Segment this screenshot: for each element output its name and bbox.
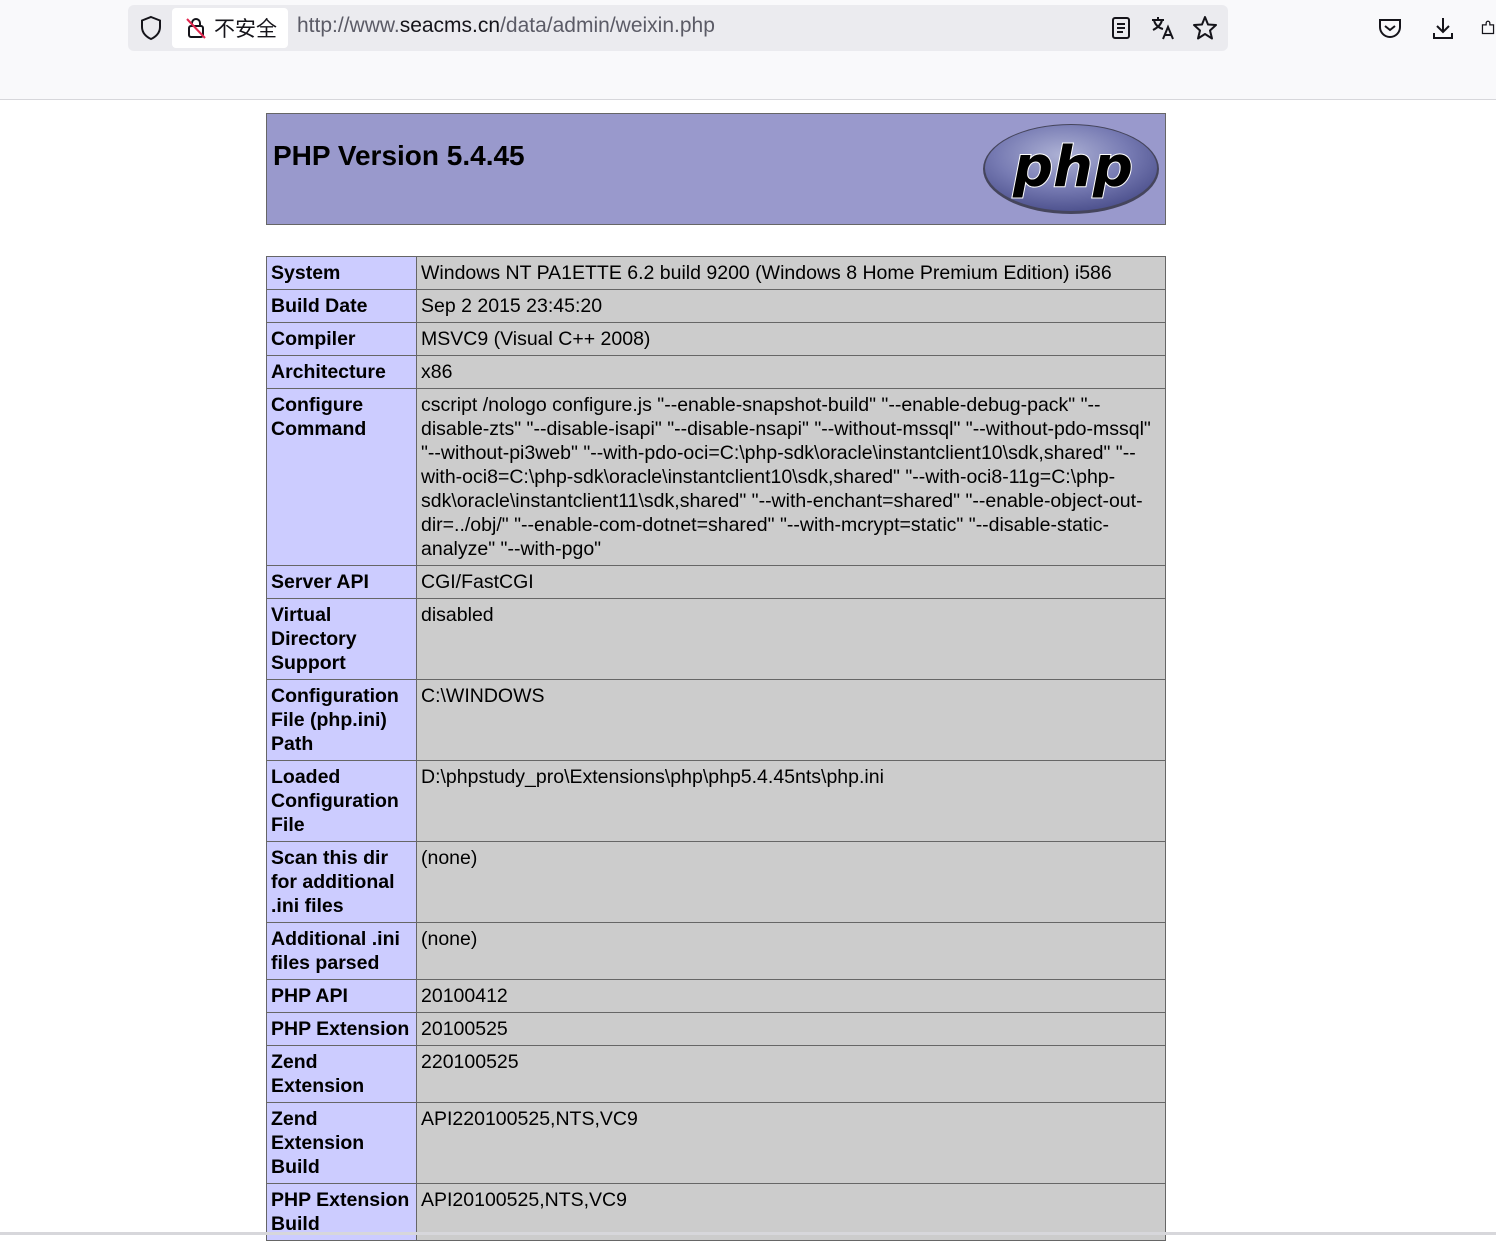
row-value: C:\WINDOWS	[416, 679, 1166, 761]
table-row: Scan this dir for additional .ini files(…	[266, 841, 1166, 923]
row-value: x86	[416, 355, 1166, 389]
translate-icon[interactable]	[1149, 14, 1177, 42]
row-key: Loaded Configuration File	[266, 760, 417, 842]
table-row: PHP Extension 20100525	[266, 1012, 1166, 1046]
row-key: Configure Command	[266, 388, 417, 566]
row-value: 220100525	[416, 1045, 1166, 1103]
row-value: (none)	[416, 841, 1166, 923]
row-value: 20100412	[416, 979, 1166, 1013]
table-row: Architecture x86	[266, 355, 1166, 389]
row-value: (none)	[416, 922, 1166, 980]
phpinfo-container: PHP Version 5.4.45 php System Windows NT …	[266, 113, 1166, 1241]
url-prefix: http://www.	[297, 14, 400, 37]
row-value: MSVC9 (Visual C++ 2008)	[416, 322, 1166, 356]
table-row: Server API CGI/FastCGI	[266, 565, 1166, 599]
row-key: System	[266, 256, 417, 290]
row-key: Compiler	[266, 322, 417, 356]
table-row: System Windows NT PA1ETTE 6.2 build 9200 …	[266, 256, 1166, 290]
insecure-lock-icon	[184, 16, 208, 40]
row-key: Zend Extension	[266, 1045, 417, 1103]
security-label: 不安全	[214, 17, 277, 41]
row-key: Scan this dir for additional .ini files	[266, 841, 417, 923]
table-row: Loaded Configuration File D:\phpstudy_pro…	[266, 760, 1166, 842]
row-value: D:\phpstudy_pro\Extensions\php\php5.4.45…	[416, 760, 1166, 842]
table-row: Build Date Sep 2 2015 23:45:20	[266, 289, 1166, 323]
row-key: Configuration File (php.ini) Path	[266, 679, 417, 761]
row-value: API220100525,NTS,VC9	[416, 1102, 1166, 1184]
row-value: cscript /nologo configure.js "--enable-s…	[416, 388, 1166, 566]
php-core-table: System Windows NT PA1ETTE 6.2 build 9200 …	[266, 256, 1166, 1241]
row-value: CGI/FastCGI	[416, 565, 1166, 599]
table-row: Compiler MSVC9 (Visual C++ 2008)	[266, 322, 1166, 356]
table-row: Configure Command cscript /nologo configu…	[266, 388, 1166, 566]
url-host: seacms.cn	[399, 14, 501, 37]
table-row: Zend Extension 220100525	[266, 1045, 1166, 1103]
table-row: PHP API 20100412	[266, 979, 1166, 1013]
reader-view-icon[interactable]	[1107, 14, 1135, 42]
row-value: Windows NT PA1ETTE 6.2 build 9200 (Windo…	[416, 256, 1166, 290]
row-key: Zend Extension Build	[266, 1102, 417, 1184]
row-key: Server API	[266, 565, 417, 599]
row-key: Virtual Directory Support	[266, 598, 417, 680]
phpinfo-header: PHP Version 5.4.45 php	[266, 113, 1166, 225]
row-key: PHP API	[266, 979, 417, 1013]
download-icon[interactable]	[1429, 14, 1457, 42]
url-path: /data/admin/weixin.php	[500, 14, 715, 37]
row-value: Sep 2 2015 23:45:20	[416, 289, 1166, 323]
table-row: Configuration File (php.ini) Path C:\WIND…	[266, 679, 1166, 761]
table-row: Virtual Directory Support disabled	[266, 598, 1166, 680]
page-title: PHP Version 5.4.45	[273, 140, 525, 171]
row-value: disabled	[416, 598, 1166, 680]
row-key: Architecture	[266, 355, 417, 389]
row-key: PHP Extension	[266, 1012, 417, 1046]
url-text[interactable]: http://www.seacms.cn/data/admin/weixin.p…	[297, 14, 715, 38]
shield-icon[interactable]	[137, 14, 165, 42]
row-value: 20100525	[416, 1012, 1166, 1046]
php-logo[interactable]: php	[981, 122, 1161, 220]
browser-toolbar: 不安全 http://www.seacms.cn/data/admin/weix…	[0, 0, 1496, 100]
table-row: Zend Extension Build API220100525,NTS,VC9	[266, 1102, 1166, 1184]
extensions-icon[interactable]	[1480, 14, 1496, 42]
php-logo-text: php	[1012, 135, 1133, 200]
table-row: Additional .ini files parsed (none)	[266, 922, 1166, 980]
row-key: Additional .ini files parsed	[266, 922, 417, 980]
pocket-icon[interactable]	[1376, 14, 1404, 42]
row-key: Build Date	[266, 289, 417, 323]
security-indicator[interactable]: 不安全	[172, 8, 288, 48]
bookmark-star-icon[interactable]	[1191, 14, 1219, 42]
